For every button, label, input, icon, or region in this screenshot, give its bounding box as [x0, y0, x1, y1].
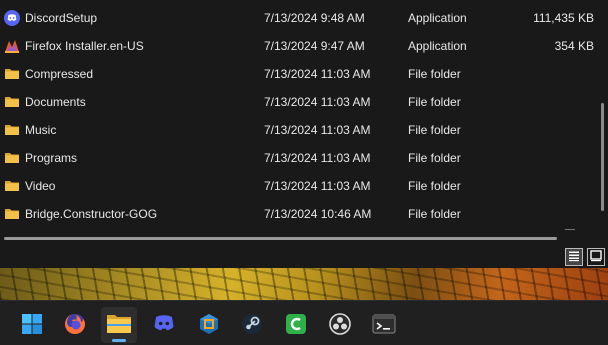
taskbar	[0, 300, 608, 345]
active-app-indicator	[112, 339, 126, 342]
file-name: Documents	[25, 95, 86, 109]
file-explorer-window: DiscordSetup 7/13/2024 9:48 AM Applicati…	[0, 0, 608, 268]
file-date: 7/13/2024 9:47 AM	[264, 39, 365, 53]
file-date: 7/13/2024 11:03 AM	[264, 95, 371, 109]
wallpaper-texture	[0, 268, 608, 300]
folder-icon	[4, 150, 20, 166]
desktop-wallpaper	[0, 268, 608, 300]
file-name: Bridge.Constructor-GOG	[25, 207, 158, 221]
details-view-button[interactable]	[565, 248, 583, 266]
steam-icon	[240, 312, 264, 339]
taskbar-virtualbox[interactable]	[191, 307, 227, 343]
file-name: DiscordSetup	[25, 11, 98, 25]
folder-icon	[106, 313, 132, 338]
obs-icon	[328, 312, 352, 339]
file-list: DiscordSetup 7/13/2024 9:48 AM Applicati…	[0, 4, 600, 228]
folder-row-video[interactable]: Video 7/13/2024 11:03 AM File folder	[0, 172, 600, 200]
file-date: 7/13/2024 11:03 AM	[264, 151, 371, 165]
folder-icon	[4, 206, 20, 222]
file-type: File folder	[408, 179, 461, 193]
file-row-firefox-installer[interactable]: Firefox Installer.en-US 7/13/2024 9:47 A…	[0, 32, 600, 60]
file-date: 7/13/2024 11:03 AM	[264, 67, 371, 81]
file-type: File folder	[408, 123, 461, 137]
firefox-installer-icon	[4, 38, 20, 54]
horizontal-scrollbar[interactable]	[4, 237, 557, 240]
large-icons-view-button[interactable]	[587, 248, 605, 266]
discord-icon	[4, 10, 20, 26]
file-type: File folder	[408, 67, 461, 81]
discord-icon	[152, 314, 176, 337]
file-date: 7/13/2024 10:46 AM	[264, 207, 372, 221]
folder-icon	[4, 94, 20, 110]
taskbar-camtasia[interactable]	[278, 307, 314, 343]
folder-row-documents[interactable]: Documents 7/13/2024 11:03 AM File folder	[0, 88, 600, 116]
file-type: File folder	[408, 95, 461, 109]
file-date: 7/13/2024 9:48 AM	[264, 11, 365, 25]
file-date: 7/13/2024 11:03 AM	[264, 179, 371, 193]
file-row-discordsetup[interactable]: DiscordSetup 7/13/2024 9:48 AM Applicati…	[0, 4, 600, 32]
divider	[565, 229, 575, 230]
file-name: Compressed	[25, 67, 94, 81]
folder-row-bridge-constructor-gog[interactable]: Bridge.Constructor-GOG 7/13/2024 10:46 A…	[0, 200, 600, 228]
windows-start-button[interactable]	[14, 307, 50, 343]
file-name: Firefox Installer.en-US	[25, 39, 144, 53]
file-size: 111,435 KB	[533, 11, 594, 25]
file-type: Application	[408, 39, 467, 53]
taskbar-steam[interactable]	[234, 307, 270, 343]
details-view-icon	[568, 250, 580, 265]
folder-icon	[4, 178, 20, 194]
virtualbox-icon	[197, 312, 221, 339]
file-type: Application	[408, 11, 467, 25]
folder-row-music[interactable]: Music 7/13/2024 11:03 AM File folder	[0, 116, 600, 144]
file-name: Video	[25, 179, 56, 193]
file-size: 354 KB	[554, 39, 594, 53]
firefox-icon	[63, 312, 87, 339]
taskbar-firefox[interactable]	[57, 307, 93, 343]
file-type: File folder	[408, 151, 461, 165]
folder-row-compressed[interactable]: Compressed 7/13/2024 11:03 AM File folde…	[0, 60, 600, 88]
camtasia-icon	[284, 312, 308, 339]
file-name: Music	[25, 123, 57, 137]
file-type: File folder	[408, 207, 461, 221]
file-date: 7/13/2024 11:03 AM	[264, 123, 371, 137]
large-icons-view-icon	[590, 249, 602, 265]
taskbar-obs[interactable]	[322, 307, 358, 343]
vertical-scrollbar[interactable]	[601, 103, 604, 211]
terminal-icon	[372, 314, 396, 337]
folder-icon	[4, 66, 20, 82]
taskbar-discord[interactable]	[146, 307, 182, 343]
folder-icon	[4, 122, 20, 138]
taskbar-file-explorer[interactable]	[101, 307, 137, 343]
windows-start-icon	[21, 313, 43, 338]
folder-row-programs[interactable]: Programs 7/13/2024 11:03 AM File folder	[0, 144, 600, 172]
file-name: Programs	[25, 151, 78, 165]
taskbar-terminal[interactable]	[366, 307, 402, 343]
